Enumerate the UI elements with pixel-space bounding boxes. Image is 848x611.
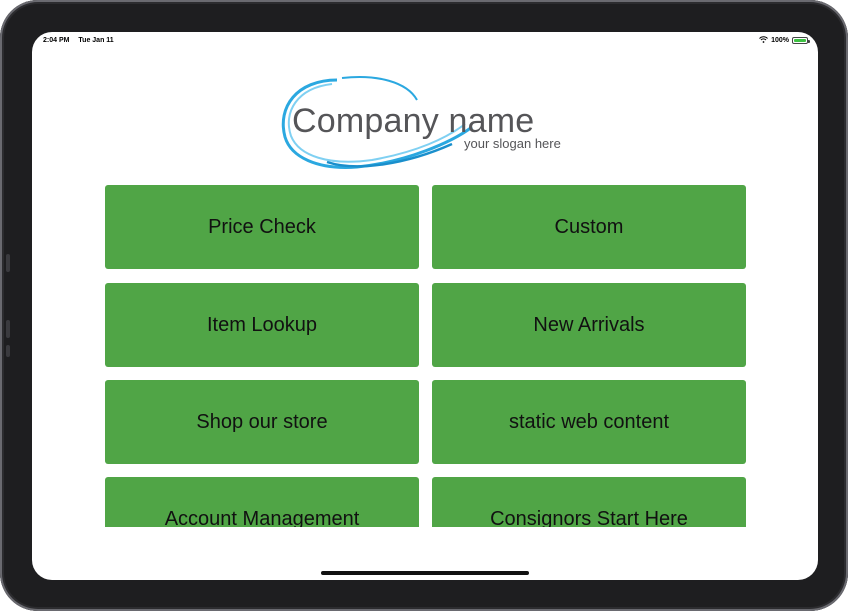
account-management-button[interactable]: Account Management — [105, 477, 419, 527]
volume-down-button — [6, 320, 10, 338]
status-date: Tue Jan 11 — [78, 37, 114, 44]
wifi-icon — [759, 36, 768, 45]
menu-grid[interactable]: Price Check Custom Item Lookup New Arriv… — [32, 182, 818, 527]
shop-our-store-button[interactable]: Shop our store — [105, 380, 419, 464]
new-arrivals-button[interactable]: New Arrivals — [432, 283, 746, 367]
price-check-button[interactable]: Price Check — [105, 185, 419, 269]
custom-button[interactable]: Custom — [432, 185, 746, 269]
company-logo: Company name your slogan here — [277, 72, 577, 182]
battery-fill — [794, 39, 806, 42]
mute-button — [6, 345, 10, 357]
volume-up-button — [6, 254, 10, 272]
item-lookup-button[interactable]: Item Lookup — [105, 283, 419, 367]
ipad-frame: 2:04 PM Tue Jan 11 100% Company name you… — [0, 0, 848, 611]
battery-icon — [792, 37, 810, 44]
battery-percent: 100% — [771, 37, 789, 44]
status-time: 2:04 PM — [43, 37, 70, 44]
static-web-content-button[interactable]: static web content — [432, 380, 746, 464]
company-slogan: your slogan here — [464, 136, 561, 151]
home-indicator[interactable] — [321, 571, 529, 575]
screen: 2:04 PM Tue Jan 11 100% Company name you… — [32, 32, 818, 580]
consignors-start-here-button[interactable]: Consignors Start Here — [432, 477, 746, 527]
status-bar: 2:04 PM Tue Jan 11 100% — [32, 32, 818, 50]
